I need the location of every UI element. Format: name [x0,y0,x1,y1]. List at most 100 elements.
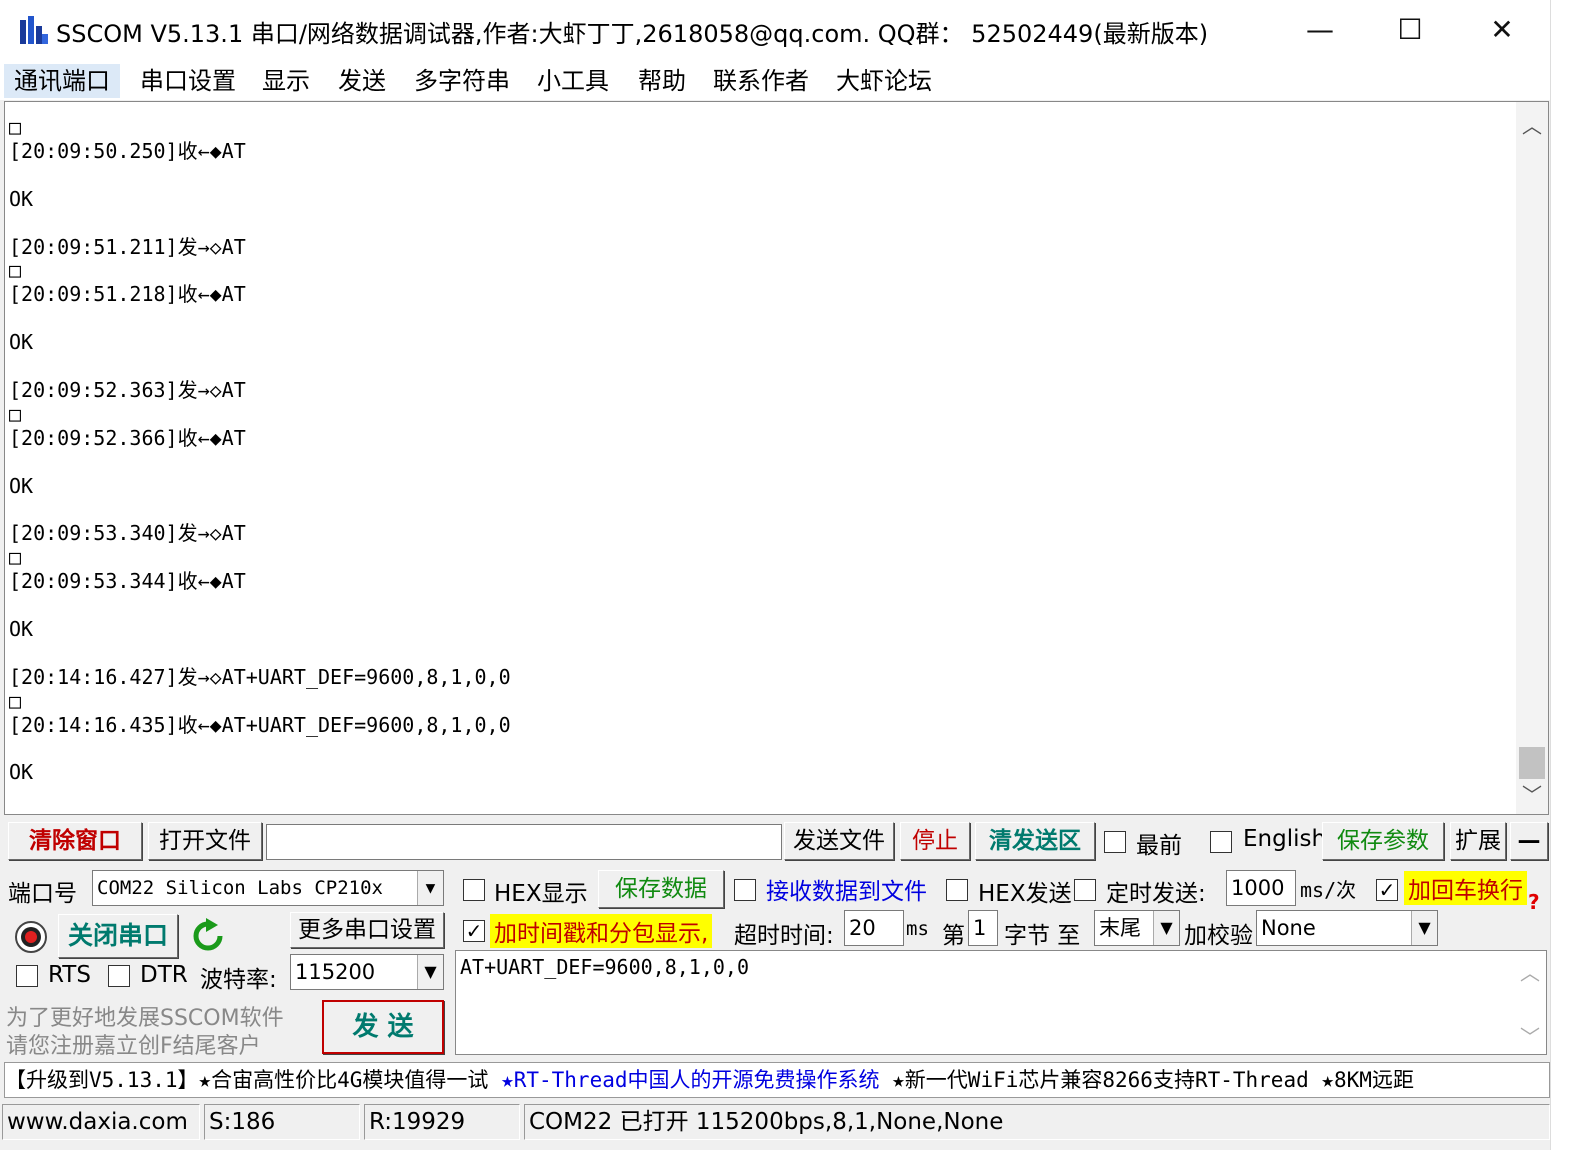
ad-line-2: 请您注册嘉立创F结尾客户 [6,1034,261,1059]
port-status-icon [15,921,47,953]
maximize-button[interactable]: ☐ [1370,6,1450,54]
ticker-rtthread: ★RT-Thread中国人的开源免费操作系统 [501,1068,880,1092]
status-port: COM22 已打开 115200bps,8,1,None,None [524,1104,1550,1140]
send-text: AT+UART_DEF=9600,8,1,0,0 [460,955,749,979]
byte-to-value: 末尾 [1099,916,1141,940]
topmost-checkbox[interactable] [1104,831,1126,853]
menu-multi-string[interactable]: 多字符串 [404,64,520,98]
receive-line [9,594,511,618]
chevron-down-icon[interactable]: ▼ [417,871,443,905]
receive-line [9,642,511,666]
receive-line [9,451,511,475]
timeout-input[interactable]: 20 [844,910,904,946]
save-data-button[interactable]: 保存数据 [598,870,724,908]
scroll-down-icon[interactable]: ﹀ [1516,779,1548,808]
ad-ticker[interactable]: 【升级到V5.13.1】★合宙高性价比4G模块值得一试 ★RT-Thread中国… [4,1062,1550,1098]
menu-forum[interactable]: 大虾论坛 [826,64,942,98]
chevron-down-icon[interactable]: ▼ [417,955,443,989]
status-sent-count: S:186 [204,1104,360,1140]
status-bar: www.daxia.com S:186 R:19929 COM22 已打开 11… [0,1102,1550,1142]
menu-contact-author[interactable]: 联系作者 [703,64,819,98]
receive-line: [20:09:52.363]发→◇AT [9,377,246,402]
receive-line: [20:09:50.250]收←◆AT [9,138,246,163]
menu-comm-port[interactable]: 通讯端口 [4,64,120,98]
window-right-edge [1550,0,1573,1150]
close-button[interactable]: ✕ [1462,6,1542,54]
collapse-button[interactable]: — [1510,822,1548,860]
file-path-input[interactable] [266,824,782,860]
topmost-label: 最前 [1136,833,1182,859]
scroll-thumb[interactable] [1519,747,1545,779]
interval-unit: ms/次 [1300,878,1357,902]
send-file-button[interactable]: 发送文件 [784,822,894,860]
save-params-button[interactable]: 保存参数 [1322,822,1444,860]
timeout-label: 超时时间: [734,923,834,949]
menu-help[interactable]: 帮助 [628,64,696,98]
app-icon [20,16,48,44]
rts-checkbox[interactable] [16,965,38,987]
send-button[interactable]: 发 送 [322,1000,444,1054]
byte-from-label: 第 [942,923,965,949]
more-port-settings-button[interactable]: 更多串口设置 [290,912,444,948]
menu-tools[interactable]: 小工具 [527,64,619,98]
expand-button[interactable]: 扩展 [1450,822,1506,860]
chevron-down-icon[interactable]: ▼ [1153,911,1179,945]
receive-line: □ [9,258,22,283]
checksum-label: 加校验 [1184,923,1253,949]
recv-to-file-label: 接收数据到文件 [766,879,927,905]
receive-log: □ [20:09:50.250]收←◆AT OK [20:09:51.211]发→… [9,115,511,785]
refresh-icon[interactable] [190,918,226,954]
help-icon[interactable]: ? [1528,890,1540,914]
byte-from-input[interactable]: 1 [968,910,998,946]
send-textarea[interactable]: AT+UART_DEF=9600,8,1,0,0 ︿ ﹀ [455,950,1547,1055]
interval-input[interactable]: 1000 [1226,870,1296,906]
receive-line [9,164,511,188]
receive-line: □ [9,115,22,139]
receive-scrollbar[interactable]: ︿ ﹀ [1516,102,1548,814]
send-scrollbar[interactable]: ︿ ﹀ [1514,951,1546,1054]
menu-serial-settings[interactable]: 串口设置 [130,64,246,98]
menu-display[interactable]: 显示 [252,64,320,98]
receive-line: □ [9,688,22,713]
timed-send-checkbox[interactable] [1074,879,1096,901]
ticker-wifi: ★新一代WiFi芯片兼容8266支持RT-Thread ★8KM远距 [879,1068,1414,1092]
stop-button[interactable]: 停止 [900,822,970,860]
scroll-down-icon[interactable]: ﹀ [1514,1021,1546,1050]
open-file-button[interactable]: 打开文件 [148,822,262,860]
ticker-upgrade: 【升级到V5.13.1】★合宙高性价比4G模块值得一试 [5,1068,502,1092]
hex-send-checkbox[interactable] [946,879,968,901]
port-select[interactable]: COM22 Silicon Labs CP210x ▼ [92,870,444,906]
receive-line [9,307,511,331]
minimize-button[interactable]: — [1280,6,1360,54]
scroll-up-icon[interactable]: ︿ [1516,110,1548,139]
menu-send[interactable]: 发送 [328,64,396,98]
receive-line: OK [9,760,34,785]
receive-line: [20:09:51.218]收←◆AT [9,282,246,307]
english-checkbox[interactable] [1210,831,1232,853]
receive-area[interactable]: □ [20:09:50.250]收←◆AT OK [20:09:51.211]发→… [4,101,1549,815]
receive-line: [20:09:53.344]收←◆AT [9,569,246,594]
scroll-up-icon[interactable]: ︿ [1514,957,1546,986]
receive-line: □ [9,545,22,570]
hex-display-checkbox[interactable] [463,879,485,901]
clear-send-button[interactable]: 清发送区 [975,822,1095,860]
clear-window-button[interactable]: 清除窗口 [8,822,142,860]
receive-line: OK [9,473,34,498]
receive-line: [20:09:52.366]收←◆AT [9,425,246,450]
receive-line: OK [9,617,34,642]
sscom-window: SSCOM V5.13.1 串口/网络数据调试器,作者:大虾丁丁,2618058… [0,0,1573,1150]
recv-to-file-checkbox[interactable] [734,879,756,901]
baud-select[interactable]: 115200 ▼ [290,954,444,990]
byte-to-select[interactable]: 末尾 ▼ [1094,910,1180,946]
checksum-select[interactable]: None ▼ [1256,910,1438,946]
dtr-checkbox[interactable] [108,965,130,987]
add-crlf-checkbox[interactable]: ✓ [1376,879,1398,901]
receive-line: □ [9,401,22,426]
chevron-down-icon[interactable]: ▼ [1411,911,1437,945]
hex-send-label: HEX发送 [978,881,1072,907]
timestamp-checkbox[interactable]: ✓ [463,920,485,942]
close-port-button[interactable]: 关闭串口 [58,914,178,958]
title-bar: SSCOM V5.13.1 串口/网络数据调试器,作者:大虾丁丁,2618058… [0,0,1550,62]
receive-line: [20:09:53.340]发→◇AT [9,521,246,546]
status-website[interactable]: www.daxia.com [2,1104,200,1140]
